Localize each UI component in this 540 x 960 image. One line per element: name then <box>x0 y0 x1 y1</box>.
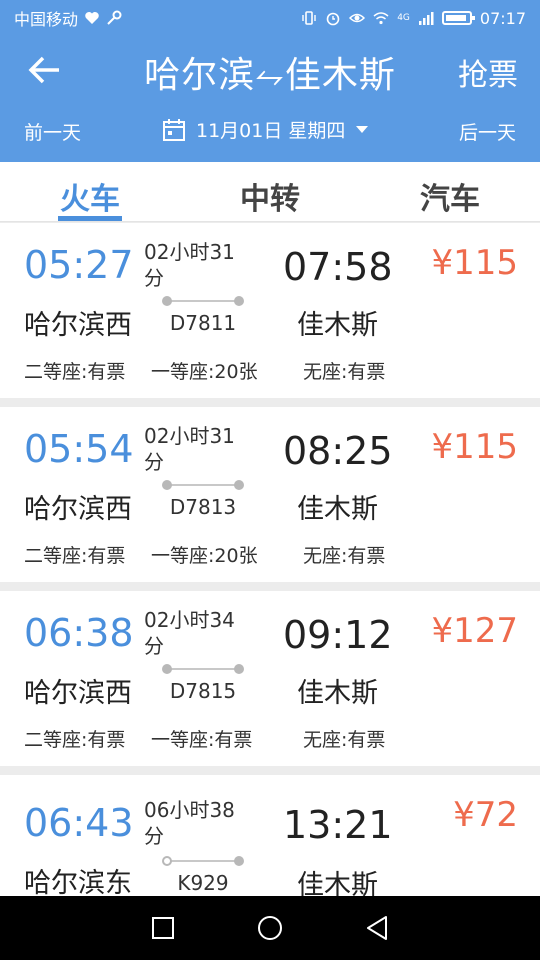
train-number: D7811 <box>169 311 237 335</box>
tab-train[interactable]: 火车 <box>0 162 180 221</box>
tab-bus[interactable]: 汽车 <box>360 162 540 221</box>
seat-standing: 无座:有票 <box>303 361 386 383</box>
clock: 07:17 <box>479 8 526 28</box>
home-button-icon[interactable] <box>256 914 284 942</box>
departure-station: 哈尔滨东 <box>24 868 132 896</box>
train-list: 05:27 02小时31分 07:58 ¥115 哈尔滨西 D7811 佳木斯 … <box>0 223 540 896</box>
heart-icon <box>85 12 99 24</box>
alarm-icon <box>326 12 340 26</box>
duration: 02小时31分 <box>144 240 235 290</box>
train-card[interactable]: 05:27 02小时31分 07:58 ¥115 哈尔滨西 D7811 佳木斯 … <box>0 223 540 398</box>
train-number: D7813 <box>169 495 237 519</box>
train-number: K929 <box>177 871 229 895</box>
duration: 02小时34分 <box>144 608 235 658</box>
train-card[interactable]: 05:54 02小时31分 08:25 ¥115 哈尔滨西 D7813 佳木斯 … <box>0 407 540 582</box>
carrier-label: 中国移动 <box>14 10 79 29</box>
tab-label: 中转 <box>240 182 300 217</box>
route-timeline <box>162 295 244 307</box>
seat-first-class: 一等座:20张 <box>151 361 258 383</box>
price: ¥115 <box>431 243 518 283</box>
route-timeline <box>162 479 244 491</box>
duration: 06小时38分 <box>144 798 235 848</box>
status-bar: 中国移动 4G 07:17 <box>0 0 540 36</box>
date-label: 11月01日 星期四 <box>196 120 346 142</box>
tab-label: 火车 <box>60 182 120 217</box>
arrival-time: 07:58 <box>283 245 393 289</box>
departure-station: 哈尔滨西 <box>24 310 132 341</box>
transport-tabs: 火车 中转 汽车 <box>0 162 540 222</box>
battery-icon <box>441 11 475 25</box>
calendar-icon <box>163 118 185 141</box>
seat-standing: 无座:有票 <box>303 545 386 567</box>
signal-icon <box>418 12 434 25</box>
seat-second-class: 二等座:有票 <box>24 545 126 567</box>
key-icon <box>107 10 122 25</box>
tab-indicator <box>58 216 122 221</box>
vibrate-icon <box>302 11 316 25</box>
arrival-station: 佳木斯 <box>297 678 378 709</box>
grab-ticket-button[interactable]: 抢票 <box>458 50 518 94</box>
route-timeline <box>162 855 244 867</box>
prev-day-button[interactable]: 前一天 <box>24 118 81 145</box>
seat-standing: 无座:有票 <box>303 729 386 751</box>
recents-button-icon[interactable] <box>151 916 175 940</box>
network-type: 4G <box>397 13 410 23</box>
price: ¥127 <box>431 611 518 651</box>
date-picker[interactable]: 11月01日 星期四 <box>162 116 369 143</box>
price: ¥115 <box>431 427 518 467</box>
seat-second-class: 二等座:有票 <box>24 729 126 751</box>
system-nav-bar <box>0 896 540 960</box>
arrival-station: 佳木斯 <box>297 494 378 525</box>
seat-second-class: 二等座:有票 <box>24 361 126 383</box>
caret-down-icon <box>356 125 369 133</box>
departure-time: 05:54 <box>24 427 134 471</box>
departure-time: 06:38 <box>24 611 134 655</box>
arrival-station: 佳木斯 <box>297 870 378 896</box>
seat-first-class: 一等座:20张 <box>151 545 258 567</box>
departure-time: 05:27 <box>24 243 134 287</box>
seat-first-class: 一等座:有票 <box>151 729 253 751</box>
arrival-time: 09:12 <box>283 613 393 657</box>
tab-transfer[interactable]: 中转 <box>180 162 360 221</box>
eye-icon <box>349 13 366 23</box>
next-day-button[interactable]: 后一天 <box>459 118 516 145</box>
train-card[interactable]: 06:38 02小时34分 09:12 ¥127 哈尔滨西 D7815 佳木斯 … <box>0 591 540 766</box>
departure-station: 哈尔滨西 <box>24 494 132 525</box>
price: ¥72 <box>453 795 518 835</box>
duration: 02小时31分 <box>144 424 235 474</box>
route-timeline <box>162 663 244 675</box>
departure-station: 哈尔滨西 <box>24 678 132 709</box>
arrival-time: 13:21 <box>283 803 393 847</box>
tab-label: 汽车 <box>420 182 480 217</box>
arrival-station: 佳木斯 <box>297 310 378 341</box>
back-nav-button-icon[interactable] <box>365 915 389 941</box>
arrival-time: 08:25 <box>283 429 393 473</box>
train-card[interactable]: 06:43 06小时38分 13:21 ¥72 哈尔滨东 K929 佳木斯 <box>0 775 540 896</box>
wifi-icon <box>373 12 389 25</box>
train-number: D7815 <box>169 679 237 703</box>
header: 哈尔滨⥊佳木斯 抢票 前一天 11月01日 星期四 后一天 <box>0 36 540 162</box>
departure-time: 06:43 <box>24 801 134 845</box>
